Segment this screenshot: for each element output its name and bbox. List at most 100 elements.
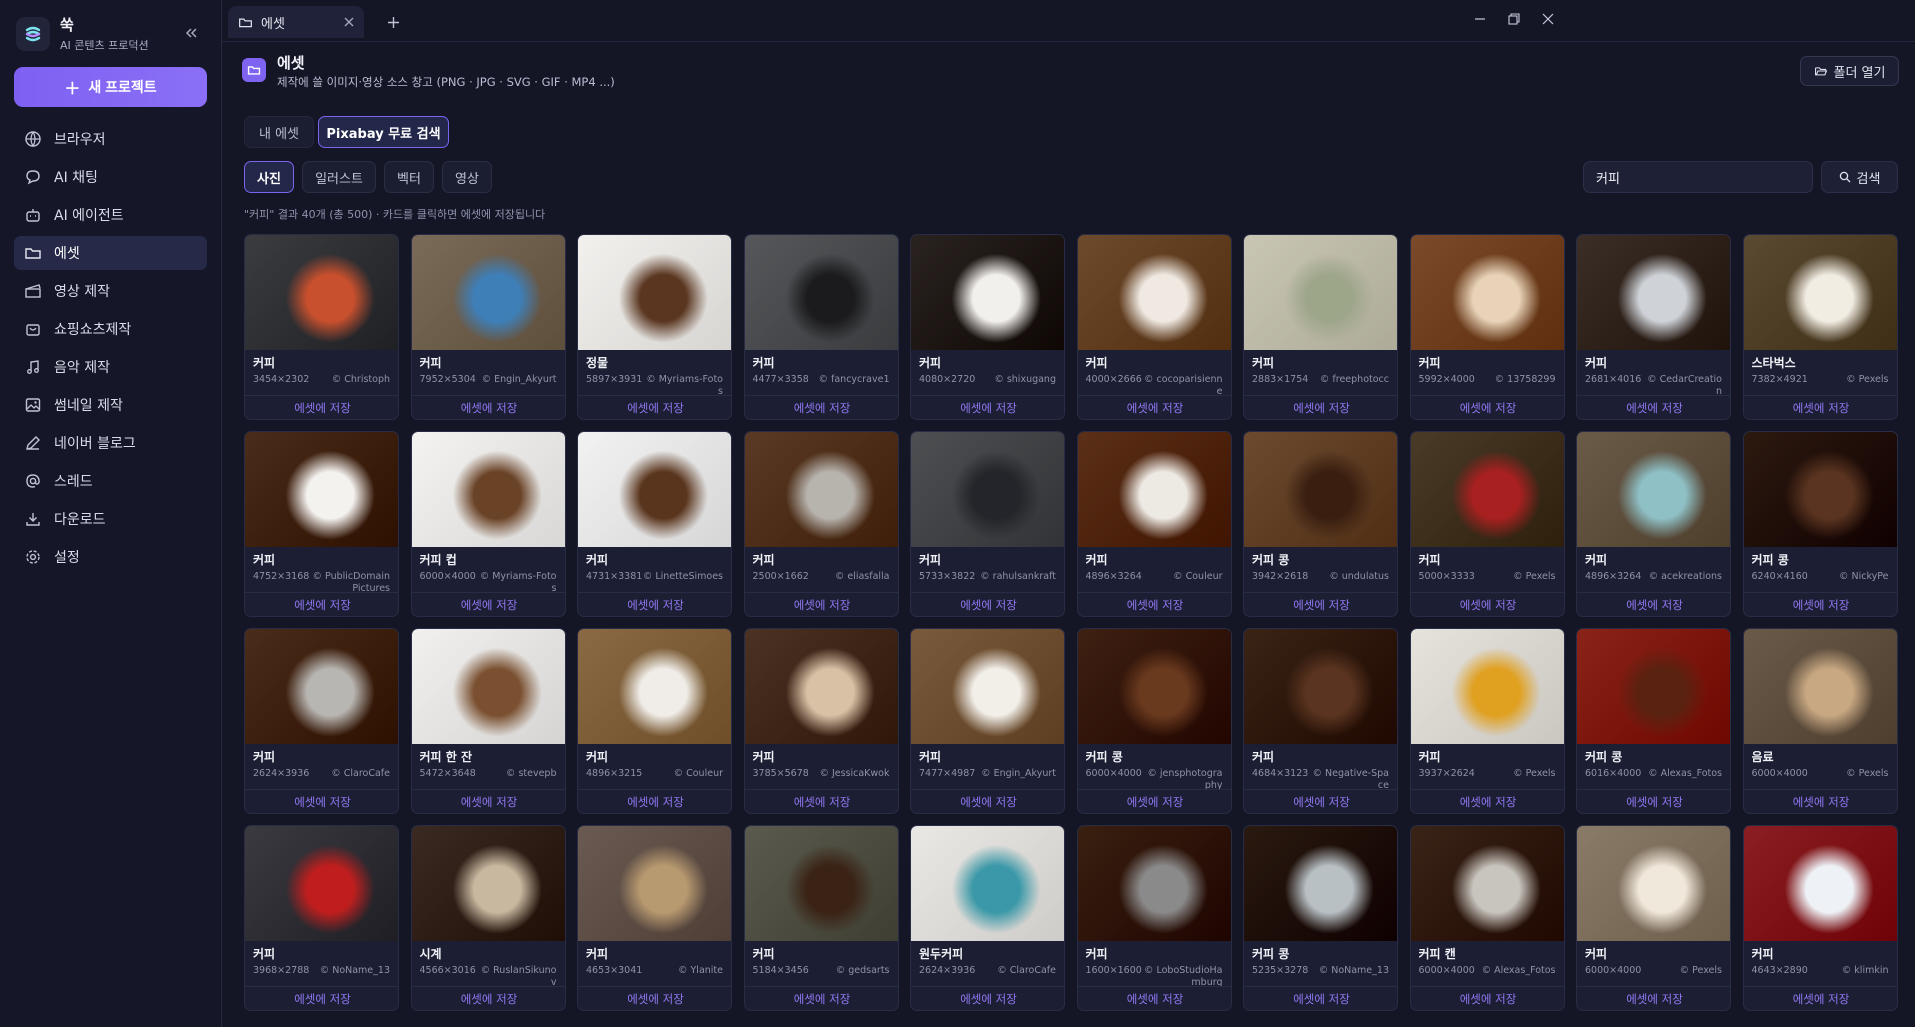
sidebar-item-naver-blog[interactable]: 네이버 블로그 xyxy=(14,426,207,460)
asset-card[interactable]: 커피 6000×4000 © Pexels 에셋에 저장 xyxy=(1576,825,1731,1011)
save-to-assets-button[interactable]: 에셋에 저장 xyxy=(1077,789,1231,813)
asset-card[interactable]: 커피 콩 6240×4160 © NickyPe 에셋에 저장 xyxy=(1742,431,1898,617)
save-to-assets-button[interactable]: 에셋에 저장 xyxy=(1077,986,1231,1010)
asset-card[interactable]: 스타벅스 7382×4921 © Pexels 에셋에 저장 xyxy=(1742,234,1898,420)
asset-card[interactable]: 커피 컵 6000×4000 © Myriams-Fotos 에셋에 저장 xyxy=(410,431,566,617)
save-to-assets-button[interactable]: 에셋에 저장 xyxy=(1077,395,1231,419)
save-to-assets-button[interactable]: 에셋에 저장 xyxy=(411,395,565,419)
asset-card[interactable]: 시계 4566×3016 © RuslanSikunov 에셋에 저장 xyxy=(410,825,566,1011)
save-to-assets-button[interactable]: 에셋에 저장 xyxy=(911,592,1064,616)
asset-card[interactable]: 커피 4643×2890 © klimkin 에셋에 저장 xyxy=(1742,825,1898,1011)
asset-card[interactable]: 커피 2500×1662 © eliasfalla 에셋에 저장 xyxy=(743,431,899,617)
asset-card[interactable]: 커피 4653×3041 © Ylanite 에셋에 저장 xyxy=(577,825,732,1011)
asset-card[interactable]: 커피 4000×2666 © cocoparisienne 에셋에 저장 xyxy=(1076,234,1232,420)
save-to-assets-button[interactable]: 에셋에 저장 xyxy=(578,986,731,1010)
asset-card[interactable]: 커피 3937×2624 © Pexels 에셋에 저장 xyxy=(1409,628,1565,814)
sidebar-item-threads[interactable]: 스레드 xyxy=(14,464,207,498)
filter-illustration[interactable]: 일러스트 xyxy=(302,161,376,193)
save-to-assets-button[interactable]: 에셋에 저장 xyxy=(245,592,398,616)
sidebar-item-music[interactable]: 음악 제작 xyxy=(14,350,207,384)
asset-card[interactable]: 커피 4731×3381 © LinetteSimoes 에셋에 저장 xyxy=(577,431,732,617)
save-to-assets-button[interactable]: 에셋에 저장 xyxy=(1577,592,1730,616)
asset-card[interactable]: 커피 콩 6000×4000 © jensphotography 에셋에 저장 xyxy=(1076,628,1232,814)
tab-pixabay-search[interactable]: Pixabay 무료 검색 xyxy=(318,116,449,148)
save-to-assets-button[interactable]: 에셋에 저장 xyxy=(1743,789,1897,813)
save-to-assets-button[interactable]: 에셋에 저장 xyxy=(578,592,731,616)
save-to-assets-button[interactable]: 에셋에 저장 xyxy=(1410,592,1564,616)
save-to-assets-button[interactable]: 에셋에 저장 xyxy=(245,789,398,813)
save-to-assets-button[interactable]: 에셋에 저장 xyxy=(245,395,398,419)
save-to-assets-button[interactable]: 에셋에 저장 xyxy=(911,986,1064,1010)
asset-card[interactable]: 커피 콩 3942×2618 © undulatus 에셋에 저장 xyxy=(1243,431,1398,617)
restore-button[interactable] xyxy=(1500,8,1528,30)
save-to-assets-button[interactable]: 에셋에 저장 xyxy=(411,789,565,813)
sidebar-item-assets[interactable]: 에셋 xyxy=(14,236,207,270)
asset-card[interactable]: 정물 5897×3931 © Myriams-Fotos 에셋에 저장 xyxy=(577,234,732,420)
asset-card[interactable]: 커피 4080×2720 © shixugang 에셋에 저장 xyxy=(910,234,1065,420)
sidebar-item-ai-agent[interactable]: AI 에이전트 xyxy=(14,198,207,232)
filter-vector[interactable]: 벡터 xyxy=(384,161,434,193)
save-to-assets-button[interactable]: 에셋에 저장 xyxy=(411,592,565,616)
save-to-assets-button[interactable]: 에셋에 저장 xyxy=(1577,395,1730,419)
asset-card[interactable]: 커피 캔 6000×4000 © Alexas_Fotos 에셋에 저장 xyxy=(1409,825,1565,1011)
save-to-assets-button[interactable]: 에셋에 저장 xyxy=(1077,592,1231,616)
asset-card[interactable]: 커피 3785×5678 © JessicaKwok 에셋에 저장 xyxy=(743,628,899,814)
sidebar-item-shopping-shorts[interactable]: 쇼핑쇼츠제작 xyxy=(14,312,207,346)
close-window-button[interactable] xyxy=(1534,8,1562,30)
add-tab-button[interactable] xyxy=(382,11,404,33)
asset-card[interactable]: 원두커피 2624×3936 © ClaroCafe 에셋에 저장 xyxy=(910,825,1065,1011)
collapse-sidebar-button[interactable] xyxy=(180,22,202,44)
save-to-assets-button[interactable]: 에셋에 저장 xyxy=(1577,789,1730,813)
new-project-button[interactable]: ＋ 새 프로젝트 xyxy=(14,67,207,107)
asset-card[interactable]: 커피 7477×4987 © Engin_Akyurt 에셋에 저장 xyxy=(910,628,1065,814)
asset-card[interactable]: 커피 4896×3215 © Couleur 에셋에 저장 xyxy=(577,628,732,814)
save-to-assets-button[interactable]: 에셋에 저장 xyxy=(578,789,731,813)
asset-card[interactable]: 커피 콩 6016×4000 © Alexas_Fotos 에셋에 저장 xyxy=(1576,628,1731,814)
save-to-assets-button[interactable]: 에셋에 저장 xyxy=(1410,986,1564,1010)
asset-card[interactable]: 커피 4896×3264 © acekreations 에셋에 저장 xyxy=(1576,431,1731,617)
asset-card[interactable]: 커피 4477×3358 © fancycrave1 에셋에 저장 xyxy=(743,234,899,420)
asset-card[interactable]: 커피 7952×5304 © Engin_Akyurt 에셋에 저장 xyxy=(410,234,566,420)
save-to-assets-button[interactable]: 에셋에 저장 xyxy=(411,986,565,1010)
save-to-assets-button[interactable]: 에셋에 저장 xyxy=(744,986,898,1010)
asset-card[interactable]: 커피 1600×1600 © LoboStudioHamburg 에셋에 저장 xyxy=(1076,825,1232,1011)
asset-card[interactable]: 커피 한 잔 5472×3648 © stevepb 에셋에 저장 xyxy=(410,628,566,814)
tab-assets[interactable]: 에셋 xyxy=(228,6,364,38)
asset-card[interactable]: 커피 5184×3456 © gedsarts 에셋에 저장 xyxy=(743,825,899,1011)
asset-card[interactable]: 커피 3968×2788 © NoName_13 에셋에 저장 xyxy=(244,825,399,1011)
sidebar-item-video[interactable]: 영상 제작 xyxy=(14,274,207,308)
save-to-assets-button[interactable]: 에셋에 저장 xyxy=(1743,986,1897,1010)
search-input[interactable] xyxy=(1583,161,1813,193)
asset-card[interactable]: 커피 4752×3168 © PublicDomainPictures 에셋에 저장 xyxy=(244,431,399,617)
asset-card[interactable]: 커피 콩 5235×3278 © NoName_13 에셋에 저장 xyxy=(1243,825,1398,1011)
sidebar-item-download[interactable]: 다운로드 xyxy=(14,502,207,536)
asset-card[interactable]: 커피 2681×4016 © CedarCreation 에셋에 저장 xyxy=(1576,234,1731,420)
sidebar-item-settings[interactable]: 설정 xyxy=(14,540,207,574)
asset-card[interactable]: 커피 3454×2302 © Christoph 에셋에 저장 xyxy=(244,234,399,420)
sidebar-item-ai-chat[interactable]: AI 채팅 xyxy=(14,160,207,194)
asset-card[interactable]: 커피 2883×1754 © freephotocc 에셋에 저장 xyxy=(1243,234,1398,420)
minimize-button[interactable] xyxy=(1466,8,1494,30)
asset-card[interactable]: 음료 6000×4000 © Pexels 에셋에 저장 xyxy=(1742,628,1898,814)
save-to-assets-button[interactable]: 에셋에 저장 xyxy=(744,395,898,419)
asset-card[interactable]: 커피 4684×3123 © Negative-Space 에셋에 저장 xyxy=(1243,628,1398,814)
save-to-assets-button[interactable]: 에셋에 저장 xyxy=(911,789,1064,813)
open-folder-button[interactable]: 폴더 열기 xyxy=(1800,56,1899,86)
asset-card[interactable]: 커피 4896×3264 © Couleur 에셋에 저장 xyxy=(1076,431,1232,617)
asset-card[interactable]: 커피 5992×4000 © 13758299 에셋에 저장 xyxy=(1409,234,1565,420)
close-icon[interactable] xyxy=(344,17,354,27)
save-to-assets-button[interactable]: 에셋에 저장 xyxy=(1244,789,1397,813)
save-to-assets-button[interactable]: 에셋에 저장 xyxy=(911,395,1064,419)
sidebar-item-thumbnail[interactable]: 썸네일 제작 xyxy=(14,388,207,422)
asset-card[interactable]: 커피 2624×3936 © ClaroCafe 에셋에 저장 xyxy=(244,628,399,814)
save-to-assets-button[interactable]: 에셋에 저장 xyxy=(1244,395,1397,419)
save-to-assets-button[interactable]: 에셋에 저장 xyxy=(1410,789,1564,813)
search-button[interactable]: 검색 xyxy=(1821,161,1898,193)
save-to-assets-button[interactable]: 에셋에 저장 xyxy=(1244,986,1397,1010)
filter-video[interactable]: 영상 xyxy=(442,161,492,193)
save-to-assets-button[interactable]: 에셋에 저장 xyxy=(578,395,731,419)
asset-card[interactable]: 커피 5000×3333 © Pexels 에셋에 저장 xyxy=(1409,431,1565,617)
filter-photo[interactable]: 사진 xyxy=(244,161,294,193)
save-to-assets-button[interactable]: 에셋에 저장 xyxy=(1410,395,1564,419)
sidebar-item-browser[interactable]: 브라우저 xyxy=(14,122,207,156)
